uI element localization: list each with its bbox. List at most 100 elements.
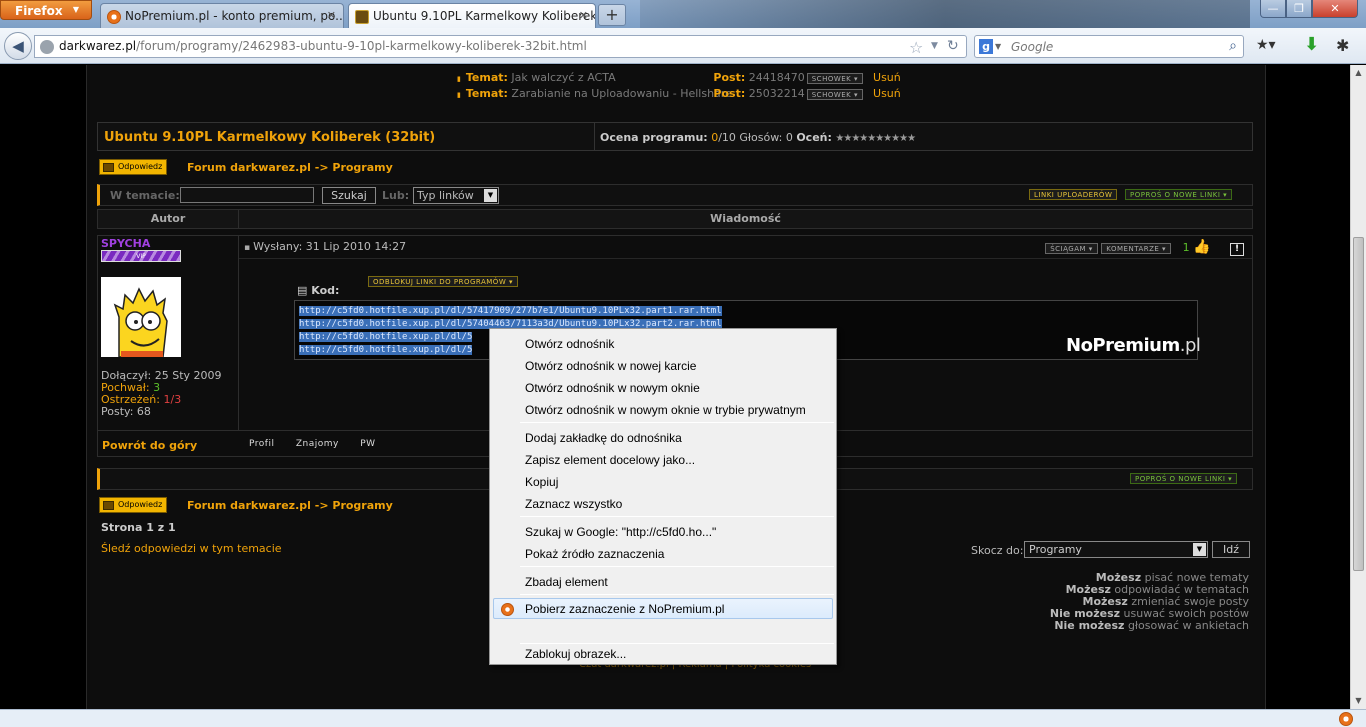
breadcrumb-section-link[interactable]: Programy <box>332 499 392 512</box>
uploaders-links-button[interactable]: LINKI UPLOADERÓW <box>1029 189 1118 200</box>
menu-open-link[interactable]: Otwórz odnośnik <box>493 333 833 354</box>
menu-view-selection-source[interactable]: Pokaż źródło zaznaczenia <box>493 543 833 564</box>
site-identity-icon[interactable] <box>40 40 54 54</box>
reload-icon[interactable]: ↻ <box>947 38 959 54</box>
bart-avatar-icon <box>101 277 181 357</box>
browser-window: Firefox ▼ NoPremium.pl - konto premium, … <box>0 0 1366 727</box>
request-new-links-button[interactable]: POPROŚ O NOWE LINKI ▾ <box>1125 189 1233 200</box>
rating-stars-icon[interactable]: ★★★★★★★★★★ <box>835 133 916 144</box>
menu-bookmark-link[interactable]: Dodaj zakładkę do odnośnika <box>493 427 833 448</box>
firefox-menu-button[interactable]: Firefox ▼ <box>0 0 92 20</box>
breadcrumb-forum-link[interactable]: Forum darkwarez.pl <box>187 499 311 512</box>
engine-dropdown-icon[interactable]: ▼ <box>995 42 1001 51</box>
breadcrumb-section-link[interactable]: Programy <box>332 161 392 174</box>
remove-link[interactable]: Usuń <box>873 71 901 84</box>
nopremium-addon-icon[interactable] <box>1339 712 1353 726</box>
post-author-column: SPYCHA VIP Dołączył: 25 Sty 2009 Pochwał… <box>98 236 239 430</box>
tab-nopremium[interactable]: NoPremium.pl - konto premium, po... ✕ <box>100 3 344 28</box>
profile-link[interactable]: Profil <box>249 439 274 449</box>
code-link[interactable]: http://c5fd0.hotfile.xup.pl/dl/57417909/… <box>299 306 722 316</box>
related-title-link[interactable]: Jak walczyć z ACTA <box>511 71 713 84</box>
menu-separator <box>520 594 834 595</box>
close-tab-icon[interactable]: ✕ <box>327 9 336 22</box>
jump-to-select[interactable]: Programy ▼ <box>1024 541 1208 558</box>
menu-open-link-private-window[interactable]: Otwórz odnośnik w nowym oknie w trybie p… <box>493 399 833 420</box>
nopremium-favicon-icon <box>107 10 121 24</box>
permission-item: Nie możesz głosować w ankietach <box>1050 620 1249 632</box>
reply-button[interactable]: Odpowiedz <box>99 497 167 513</box>
post-actions: ŚCIĄGAM ▾ KOMENTARZE ▾ 1 👍 ! <box>1045 239 1244 256</box>
back-button[interactable]: ◀ <box>4 32 32 60</box>
private-message-link[interactable]: PW <box>360 439 375 449</box>
maximize-button[interactable]: ❐ <box>1286 0 1312 18</box>
chevron-down-icon: ▼ <box>1193 543 1206 556</box>
download-button[interactable]: ŚCIĄGAM ▾ <box>1045 242 1098 254</box>
download-arrow-icon[interactable]: ⬇ <box>1304 34 1319 55</box>
related-title-link[interactable]: Zarabianie na Uploadowaniu - Hellshare <box>511 87 731 100</box>
breadcrumb-forum-link[interactable]: Forum darkwarez.pl <box>187 161 311 174</box>
menu-copy[interactable]: Kopiuj <box>493 471 833 492</box>
minimize-button[interactable]: — <box>1260 0 1286 18</box>
related-post-id: 24418470 <box>748 71 805 84</box>
back-to-top-link[interactable]: Powrót do góry <box>102 439 197 452</box>
addon-puzzle-icon[interactable]: ✱ <box>1336 36 1349 55</box>
topic-search-input[interactable] <box>180 187 314 203</box>
permission-what: głosować w ankietach <box>1127 619 1249 632</box>
history-dropdown-icon[interactable]: ▼ <box>931 41 938 51</box>
menu-search-google[interactable]: Szukaj w Google: "http://c5fd0.ho..." <box>493 521 833 542</box>
clipboard-button[interactable]: SCHOWEK ▾ <box>806 72 864 84</box>
thumbs-up-icon[interactable]: 👍 <box>1193 239 1210 255</box>
url-path: /forum/programy/2462983-ubuntu-9-10pl-ka… <box>136 39 587 53</box>
link-type-select[interactable]: Typ linków ▼ <box>413 187 499 204</box>
code-link[interactable]: http://c5fd0.hotfile.xup.pl/dl/5 <box>299 332 473 342</box>
url-host: darkwarez.pl <box>59 39 137 53</box>
vertical-scrollbar[interactable]: ▲ ▼ <box>1350 65 1366 709</box>
code-label-text: Kod: <box>311 284 340 297</box>
author-username-link[interactable]: SPYCHA <box>101 237 150 250</box>
menu-save-link-as[interactable]: Zapisz element docelowy jako... <box>493 449 833 470</box>
menu-nopremium-download[interactable]: Pobierz zaznaczenie z NoPremium.pl <box>493 598 833 619</box>
menu-inspect-element[interactable]: Zbadaj element <box>493 571 833 592</box>
report-post-icon[interactable]: ! <box>1230 243 1244 256</box>
menu-block-image[interactable]: Zablokuj obrazek... <box>493 643 833 664</box>
clipboard-button[interactable]: SCHOWEK ▾ <box>806 88 864 100</box>
remove-link[interactable]: Usuń <box>873 87 901 100</box>
scroll-down-icon[interactable]: ▼ <box>1351 693 1366 709</box>
bookmark-star-icon[interactable]: ☆ <box>909 38 923 57</box>
google-engine-icon[interactable]: g <box>979 39 993 54</box>
permissions-list: Możesz pisać nowe tematy Możesz odpowiad… <box>1050 572 1249 632</box>
go-button[interactable]: Idź <box>1212 541 1250 558</box>
search-bar[interactable]: g ▼ Google ⌕ <box>974 35 1244 58</box>
search-button[interactable]: Szukaj <box>322 187 376 204</box>
bookmarks-menu-icon[interactable]: ★▾ <box>1256 37 1286 56</box>
menu-open-link-new-tab[interactable]: Otwórz odnośnik w nowej karcie <box>493 355 833 376</box>
back-arrow-icon: ◀ <box>12 37 24 55</box>
tab-ubuntu-topic[interactable]: Ubuntu 9.10PL Karmelkowy Koliberek... ✕ <box>348 3 596 28</box>
reply-button[interactable]: Odpowiedz <box>99 159 167 175</box>
menu-select-all[interactable]: Zaznacz wszystko <box>493 493 833 514</box>
request-new-links-button[interactable]: POPROŚ O NOWE LINKI ▾ <box>1130 473 1238 484</box>
author-post-count: Posty: 68 <box>101 405 151 418</box>
thumbs-up-count: 1 <box>1182 241 1190 254</box>
profile-links: Profil Znajomy PW <box>249 439 376 449</box>
friend-link[interactable]: Znajomy <box>296 439 339 449</box>
scrollbar-thumb[interactable] <box>1353 237 1364 571</box>
unlock-links-button[interactable]: ODBLOKUJ LINKI DO PROGRAMÓW ▾ <box>368 276 518 287</box>
close-window-button[interactable]: ✕ <box>1312 0 1358 18</box>
author-stats: Dołączył: 25 Sty 2009 Pochwał: 3 Ostrzeż… <box>101 370 222 418</box>
reply-label: Odpowiedz <box>118 162 163 171</box>
watch-topic-link[interactable]: Śledź odpowiedzi w tym temacie <box>101 542 282 555</box>
comments-button[interactable]: KOMENTARZE ▾ <box>1101 242 1172 254</box>
reply-icon <box>103 501 114 510</box>
title-bar: Firefox ▼ NoPremium.pl - konto premium, … <box>0 0 1366 28</box>
address-bar[interactable]: darkwarez.pl/forum/programy/2462983-ubun… <box>34 35 967 58</box>
firefox-menu-label: Firefox <box>15 4 63 18</box>
code-link[interactable]: http://c5fd0.hotfile.xup.pl/dl/5 <box>299 345 473 355</box>
new-tab-button[interactable]: + <box>598 4 626 26</box>
close-tab-icon[interactable]: ✕ <box>579 9 588 22</box>
menu-open-link-new-window[interactable]: Otwórz odnośnik w nowym oknie <box>493 377 833 398</box>
scroll-up-icon[interactable]: ▲ <box>1351 65 1366 81</box>
warnings-count: 1/3 <box>163 393 182 406</box>
search-icon[interactable]: ⌕ <box>1229 38 1237 54</box>
reply-icon <box>103 163 114 172</box>
